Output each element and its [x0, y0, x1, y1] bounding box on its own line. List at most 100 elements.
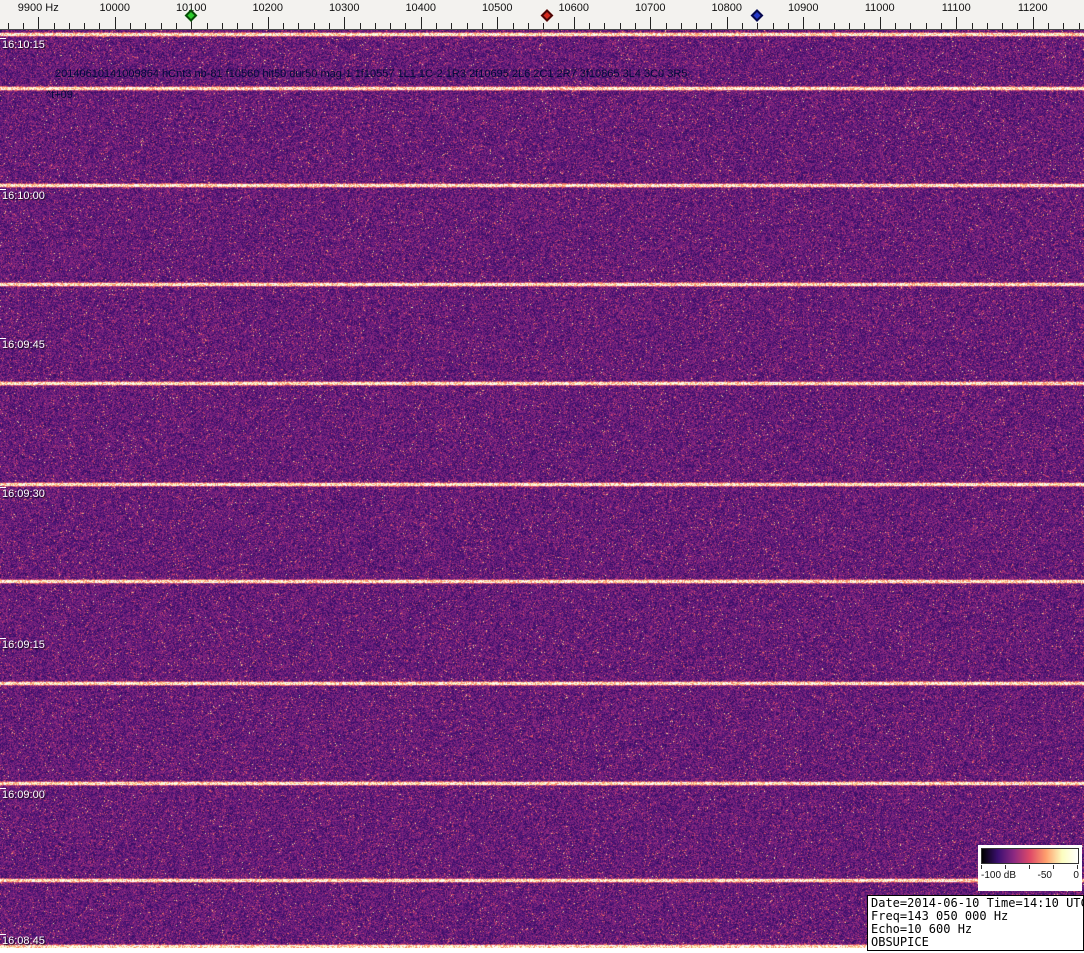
freq-axis-tick — [787, 23, 789, 29]
freq-axis-tick — [818, 23, 820, 29]
freq-axis-tick — [145, 23, 147, 29]
freq-axis-tick — [84, 23, 86, 29]
observation-info-box: Date=2014-06-10 Time=14:10 UTC Freq=143 … — [867, 895, 1084, 951]
freq-axis-tick — [160, 23, 162, 29]
freq-axis-tick — [696, 23, 698, 29]
freq-axis-tick — [1017, 23, 1019, 29]
freq-axis-tick — [986, 23, 988, 29]
freq-axis-tick — [543, 23, 545, 29]
time-axis-label: 16:08:45 — [2, 935, 45, 947]
freq-axis-label: 10900 — [787, 2, 819, 14]
freq-axis-label: 10500 — [481, 2, 513, 14]
blue-marker-icon[interactable] — [750, 9, 764, 22]
freq-axis-tick — [558, 23, 560, 29]
freq-axis-tick — [22, 23, 24, 29]
freq-axis-tick — [99, 23, 101, 29]
freq-axis-tick — [359, 23, 361, 29]
time-cursor-label: ^t+09 — [46, 89, 73, 101]
freq-axis-label: 10300 — [328, 2, 360, 14]
freq-axis-label: 11200 — [1017, 2, 1048, 14]
freq-axis-tick — [466, 23, 468, 29]
freq-axis-tick — [849, 23, 851, 29]
freq-axis-tick — [803, 17, 805, 29]
freq-axis-tick — [619, 23, 621, 29]
freq-axis-label: 11000 — [864, 2, 895, 14]
freq-axis-tick — [252, 23, 254, 29]
freq-axis-tick — [53, 23, 55, 29]
freq-axis-tick — [1078, 23, 1080, 29]
freq-axis-tick — [68, 23, 70, 29]
freq-axis-tick — [481, 23, 483, 29]
time-axis-label: 16:10:15 — [2, 39, 45, 51]
legend-min-label: -100 dB — [981, 870, 1017, 881]
freq-axis-tick — [38, 17, 40, 29]
freq-axis-tick — [206, 23, 208, 29]
freq-axis-tick — [772, 23, 774, 29]
color-scale-legend: -100 dB -50 0 — [978, 845, 1082, 891]
time-axis-label: 16:09:45 — [2, 339, 45, 351]
freq-axis-tick — [726, 17, 728, 29]
freq-axis-tick — [573, 17, 575, 29]
freq-axis-tick — [497, 17, 499, 29]
freq-axis-tick — [420, 17, 422, 29]
freq-axis-tick — [650, 17, 652, 29]
freq-axis-label: 10000 — [99, 2, 131, 14]
freq-axis-tick — [634, 23, 636, 29]
freq-axis-tick — [879, 17, 881, 29]
spectrogram-canvas[interactable] — [0, 30, 1084, 948]
freq-axis-label: 10800 — [711, 2, 743, 14]
freq-axis-tick — [283, 23, 284, 29]
red-marker-icon[interactable] — [540, 9, 554, 22]
freq-axis-tick — [374, 23, 376, 29]
freq-axis-tick — [1048, 23, 1049, 29]
freq-axis-label: 10400 — [405, 2, 437, 14]
color-scale-labels: -100 dB -50 0 — [981, 870, 1079, 881]
freq-axis-tick — [589, 23, 590, 29]
freq-axis-tick — [313, 23, 315, 29]
freq-axis-tick — [680, 23, 682, 29]
time-axis-label: 16:10:00 — [2, 190, 45, 202]
freq-axis-label: 10600 — [558, 2, 590, 14]
freq-axis-tick — [405, 23, 407, 29]
freq-axis-tick — [237, 23, 239, 29]
freq-axis-label: 9900 Hz — [17, 2, 59, 14]
freq-axis-tick — [298, 23, 300, 29]
time-axis-label: 16:09:30 — [2, 488, 45, 500]
freq-axis-tick — [971, 23, 973, 29]
freq-axis-tick — [130, 23, 131, 29]
freq-axis-tick — [451, 23, 453, 29]
freq-axis-tick — [175, 23, 177, 29]
freq-axis-tick — [527, 23, 529, 29]
freq-axis-tick — [1063, 23, 1065, 29]
time-axis-label: 16:09:15 — [2, 639, 45, 651]
legend-mid-label: -50 — [1037, 870, 1052, 881]
freq-axis-tick — [512, 23, 514, 29]
freq-axis-tick — [864, 23, 866, 29]
freq-axis-tick — [665, 23, 667, 29]
freq-axis-tick — [757, 23, 759, 29]
time-axis-label: 16:09:00 — [2, 789, 45, 801]
freq-axis-tick — [604, 23, 606, 29]
freq-axis-tick — [267, 17, 269, 29]
frequency-axis: 9900 Hz 10000 10100 10200 10300 10400 10500 106… — [0, 0, 1084, 30]
freq-axis-tick — [114, 17, 116, 29]
freq-axis-tick — [711, 23, 713, 29]
freq-axis-tick — [940, 23, 942, 29]
spectrogram-app: 9900 Hz 10000 10100 10200 10300 10400 10500 106… — [0, 0, 1084, 953]
color-scale-ticks — [981, 865, 1079, 869]
info-station: OBSUPICE — [871, 935, 929, 949]
detection-annotation: 20140610141009864 hCnt3 nb-81 f10560 hit… — [55, 68, 688, 80]
freq-axis-label: 10700 — [634, 2, 666, 14]
freq-axis-tick — [7, 23, 9, 29]
freq-axis-tick — [1032, 17, 1034, 29]
freq-axis-tick — [328, 23, 330, 29]
freq-axis-tick — [390, 23, 392, 29]
freq-axis-tick — [436, 23, 437, 29]
freq-axis-label: 11100 — [941, 2, 971, 14]
freq-axis-tick — [925, 23, 927, 29]
freq-axis-tick — [742, 23, 743, 29]
freq-axis-tick — [1002, 23, 1004, 29]
color-scale-gradient — [981, 848, 1079, 864]
freq-axis-tick — [221, 23, 223, 29]
freq-axis-tick — [895, 23, 896, 29]
